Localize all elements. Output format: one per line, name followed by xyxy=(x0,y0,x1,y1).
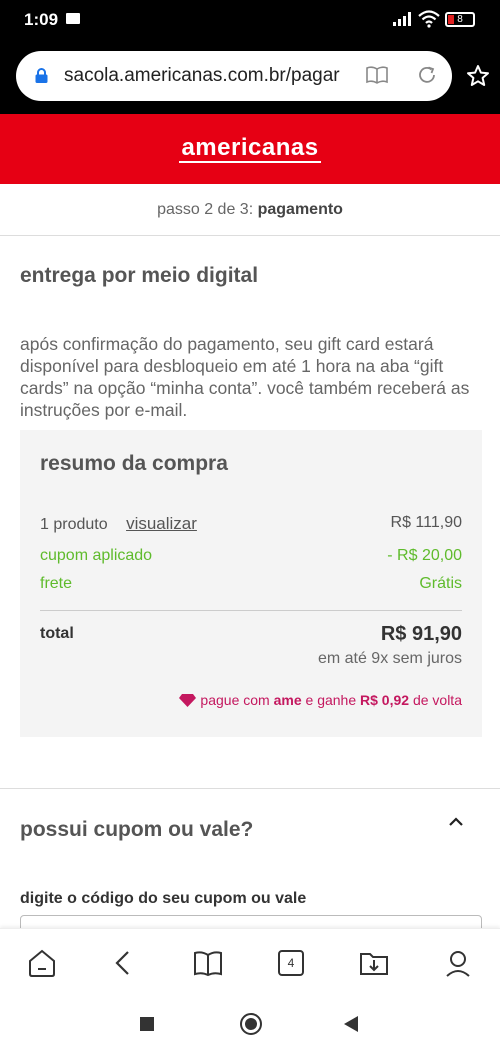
lock-icon xyxy=(35,68,48,83)
summary-title: resumo da compra xyxy=(40,452,228,475)
coupon-input-label: digite o código do seu cupom ou vale xyxy=(20,890,307,907)
battery-icon: 8 xyxy=(445,12,475,27)
url-text[interactable]: sacola.americanas.com.br/pagar xyxy=(64,65,346,87)
shipping-label: frete xyxy=(40,575,73,592)
coupon-row: cupom aplicado - R$ 20,00 xyxy=(40,547,462,565)
address-bar[interactable]: sacola.americanas.com.br/pagar xyxy=(16,51,452,101)
ame-text-3: de volta xyxy=(409,692,462,708)
ame-brand: ame xyxy=(273,692,302,708)
ame-text-1: pague com xyxy=(200,692,274,708)
site-header: americanas xyxy=(0,114,500,184)
order-summary: resumo da compra 1 produto visualizar R$… xyxy=(20,430,482,737)
shipping-row: frete Grátis xyxy=(40,575,462,593)
product-count: 1 produto xyxy=(40,516,108,533)
coupon-applied-label: cupom aplicado xyxy=(40,547,153,564)
back-icon[interactable] xyxy=(108,947,140,979)
recent-apps-button[interactable] xyxy=(140,1017,154,1031)
installments-text: em até 9x sem juros xyxy=(317,650,462,667)
logo-text: americanas xyxy=(179,134,321,163)
total-label: total xyxy=(40,625,74,642)
tabs-button[interactable]: 4 xyxy=(275,947,307,979)
section-divider xyxy=(0,788,500,789)
summary-divider xyxy=(40,610,462,611)
tabs-count: 4 xyxy=(278,950,304,976)
delivery-description: após confirmação do pagamento, seu gift … xyxy=(20,334,470,420)
product-row: 1 produto visualizar R$ 111,90 xyxy=(40,514,462,534)
stepper-current-step: pagamento xyxy=(257,201,343,218)
signal-icon xyxy=(393,12,411,26)
total-value: R$ 91,90 xyxy=(380,623,462,645)
bookmarks-icon[interactable] xyxy=(192,947,224,979)
bookmark-star-icon[interactable] xyxy=(466,64,490,88)
wifi-icon xyxy=(418,10,440,28)
battery-level: 8 xyxy=(457,14,463,25)
ame-text-2: e ganhe xyxy=(301,692,361,708)
downloads-icon[interactable] xyxy=(358,947,390,979)
ame-cashback-amount: R$ 0,92 xyxy=(360,692,410,708)
shipping-value: Grátis xyxy=(419,575,462,592)
coupon-discount: - R$ 20,00 xyxy=(387,547,462,564)
reader-mode-icon[interactable] xyxy=(366,65,388,85)
chevron-up-icon[interactable] xyxy=(446,812,466,832)
americanas-logo[interactable]: americanas xyxy=(0,134,500,163)
status-time: 1:09 xyxy=(24,10,59,29)
checkout-stepper: passo 2 de 3: pagamento xyxy=(0,184,500,236)
ame-cashback: pague com ame e ganhe R$ 0,92 de volta xyxy=(179,692,462,708)
profile-icon[interactable] xyxy=(442,947,474,979)
reload-icon[interactable] xyxy=(416,64,438,86)
delivery-title: entrega por meio digital xyxy=(20,264,259,287)
browser-toolbar: sacola.americanas.com.br/pagar xyxy=(0,40,500,114)
mail-icon xyxy=(66,13,80,24)
status-bar: 1:09 8 xyxy=(0,0,500,40)
system-nav-bar xyxy=(0,996,500,1056)
home-button[interactable] xyxy=(240,1013,262,1035)
product-price: R$ 111,90 xyxy=(390,514,462,531)
stepper-prefix: passo 2 de 3: xyxy=(157,201,254,218)
system-back-button[interactable] xyxy=(344,1016,358,1032)
coupon-section-title[interactable]: possui cupom ou vale? xyxy=(20,818,253,842)
view-products-link[interactable]: visualizar xyxy=(126,514,197,533)
browser-bottom-nav: 4 xyxy=(0,928,500,996)
ame-gem-icon xyxy=(179,694,197,707)
home-icon[interactable] xyxy=(26,947,58,979)
